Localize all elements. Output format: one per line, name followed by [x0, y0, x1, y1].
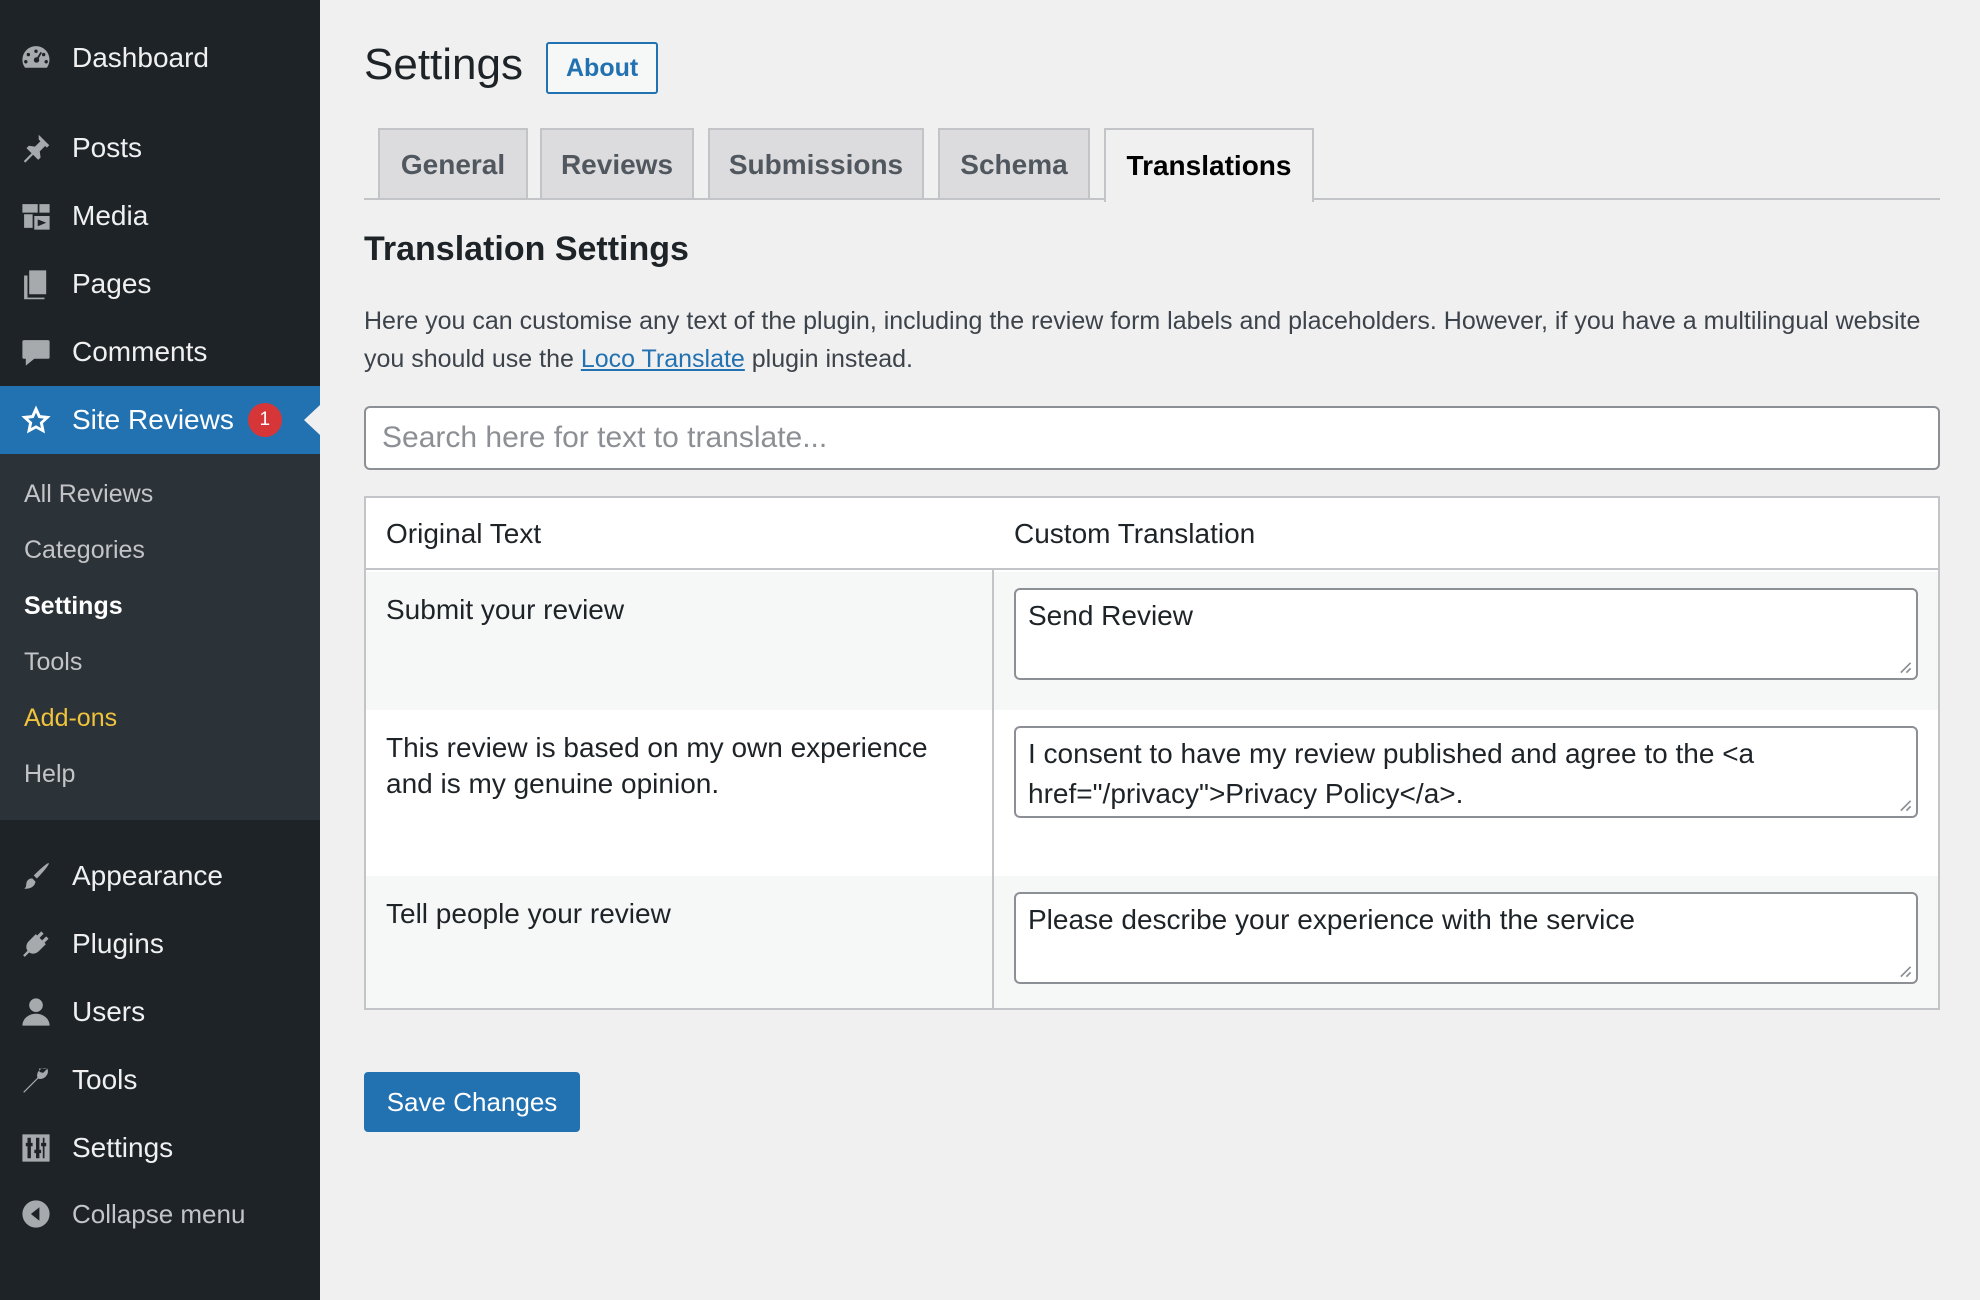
pin-icon: [0, 131, 72, 165]
submenu-item-all-reviews[interactable]: All Reviews: [24, 480, 153, 509]
section-title: Translation Settings: [364, 230, 689, 268]
menu-item-settings[interactable]: Settings: [0, 1114, 320, 1182]
menu-label: Comments: [72, 336, 208, 367]
original-text: Tell people your review: [386, 898, 671, 929]
menu-item-posts[interactable]: Posts: [0, 114, 320, 182]
menu-label: Settings: [72, 1132, 174, 1163]
collapse-menu-button[interactable]: Collapse menu: [0, 1180, 320, 1248]
translation-value: Please describe your experience with the…: [1028, 904, 1635, 935]
main-content: Settings About General Reviews Submissio…: [320, 0, 1980, 1300]
table-row: Submit your review Send Review: [366, 572, 1938, 710]
menu-label: Users: [72, 996, 146, 1027]
menu-item-dashboard[interactable]: Dashboard: [0, 24, 320, 92]
collapse-arrow-icon: [0, 1197, 72, 1231]
resize-handle-icon[interactable]: [1898, 964, 1912, 978]
translation-value: I consent to have my review published an…: [1028, 738, 1755, 809]
translation-value: Send Review: [1028, 600, 1193, 631]
menu-item-tools[interactable]: Tools: [0, 1046, 320, 1114]
menu-item-appearance[interactable]: Appearance: [0, 842, 320, 910]
menu-label: Posts: [72, 132, 143, 163]
menu-label: Tools: [72, 1064, 138, 1095]
user-icon: [0, 995, 72, 1029]
menu-label: Dashboard: [72, 42, 209, 73]
submenu-item-tools[interactable]: Tools: [24, 648, 82, 677]
menu-item-site-reviews[interactable]: Site Reviews 1: [0, 386, 320, 454]
menu-item-plugins[interactable]: Plugins: [0, 910, 320, 978]
tab-submissions[interactable]: Submissions: [708, 128, 924, 200]
admin-sidebar: Dashboard Posts Media Pages Comments Sit…: [0, 0, 320, 1300]
translation-textarea[interactable]: I consent to have my review published an…: [1014, 726, 1918, 818]
tab-translations[interactable]: Translations: [1104, 128, 1314, 202]
menu-label: Plugins: [72, 928, 164, 959]
resize-handle-icon[interactable]: [1898, 798, 1912, 812]
menu-item-pages[interactable]: Pages: [0, 250, 320, 318]
brush-icon: [0, 859, 72, 893]
notification-badge: 1: [247, 403, 282, 437]
about-button[interactable]: About: [546, 42, 659, 94]
submenu-item-help[interactable]: Help: [24, 760, 75, 789]
table-row: Tell people your review Please describe …: [366, 876, 1938, 1008]
tab-schema[interactable]: Schema: [938, 128, 1090, 200]
original-text: This review is based on my own experienc…: [386, 732, 928, 799]
menu-label: Pages: [72, 268, 152, 299]
save-changes-button[interactable]: Save Changes: [364, 1072, 580, 1132]
column-header-translation: Custom Translation: [1014, 518, 1256, 549]
intro-text-end: plugin instead.: [744, 345, 914, 373]
star-icon: [0, 403, 72, 437]
wrench-icon: [0, 1063, 72, 1097]
media-icon: [0, 199, 72, 233]
dashboard-icon: [0, 41, 72, 75]
sliders-icon: [0, 1131, 72, 1165]
resize-handle-icon[interactable]: [1898, 660, 1912, 674]
plug-icon: [0, 927, 72, 961]
menu-label: Media: [72, 200, 149, 231]
comment-icon: [0, 335, 72, 369]
translations-table: Original Text Custom Translation Submit …: [364, 496, 1940, 1010]
table-header: Original Text Custom Translation: [366, 498, 1938, 570]
intro-paragraph: Here you can customise any text of the p…: [364, 302, 1924, 378]
translation-textarea[interactable]: Please describe your experience with the…: [1014, 892, 1918, 984]
menu-item-media[interactable]: Media: [0, 182, 320, 250]
collapse-menu-label: Collapse menu: [72, 1198, 246, 1229]
site-reviews-submenu: All Reviews Categories Settings Tools Ad…: [0, 454, 320, 820]
page-title: Settings: [364, 40, 523, 89]
column-divider: [992, 570, 994, 1008]
submenu-item-settings[interactable]: Settings: [24, 592, 123, 621]
pages-icon: [0, 267, 72, 301]
menu-item-users[interactable]: Users: [0, 978, 320, 1046]
submenu-item-categories[interactable]: Categories: [24, 536, 145, 565]
column-header-original: Original Text: [386, 518, 542, 549]
tab-general[interactable]: General: [378, 128, 528, 200]
tab-reviews[interactable]: Reviews: [540, 128, 694, 200]
translation-textarea[interactable]: Send Review: [1014, 588, 1918, 680]
table-row: This review is based on my own experienc…: [366, 710, 1938, 876]
loco-translate-link[interactable]: Loco Translate: [581, 345, 745, 373]
menu-item-comments[interactable]: Comments: [0, 318, 320, 386]
menu-label: Site Reviews: [72, 404, 234, 435]
menu-label: Appearance: [72, 860, 224, 891]
original-text: Submit your review: [386, 594, 625, 625]
submenu-item-addons[interactable]: Add-ons: [24, 704, 117, 733]
translation-search-input[interactable]: [364, 406, 1940, 470]
